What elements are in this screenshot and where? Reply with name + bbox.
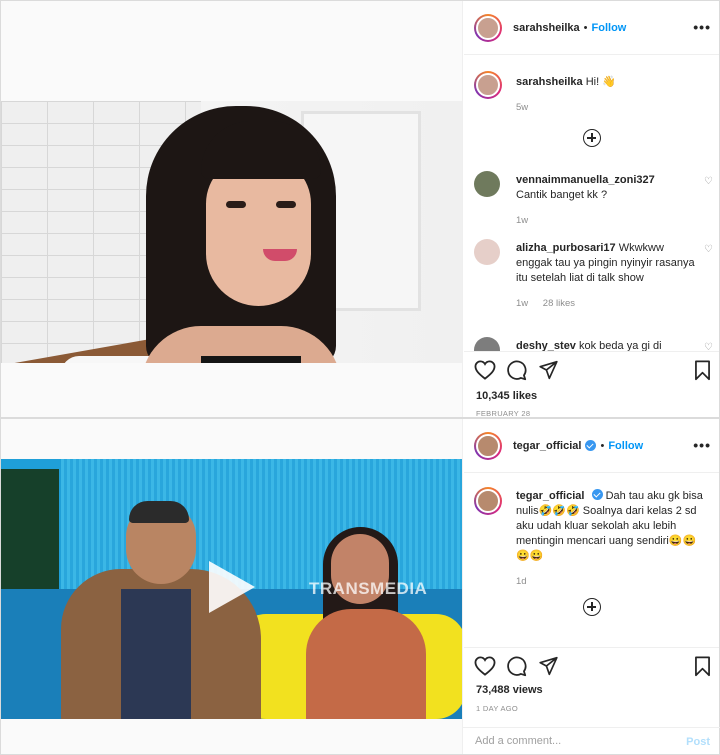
post-comment-button[interactable]: Post bbox=[686, 736, 710, 748]
separator-dot: • bbox=[583, 21, 588, 34]
post-2-actions: 73,488 views 1 DAY AGO bbox=[464, 647, 719, 728]
post-date[interactable]: FEBRUARY 28 bbox=[476, 409, 530, 417]
caption-username[interactable]: sarahsheilka bbox=[516, 76, 583, 88]
caption-time[interactable]: 5w bbox=[516, 102, 528, 113]
comment-username[interactable]: alizha_purbosari17 bbox=[516, 242, 616, 254]
views-count[interactable]: 73,488 views bbox=[476, 684, 543, 696]
author-username[interactable]: tegar_official bbox=[513, 440, 581, 452]
comment-time[interactable]: 1w bbox=[516, 298, 528, 309]
caption-time[interactable]: 1d bbox=[516, 576, 527, 587]
post-2-media[interactable]: TRANSMEDIA bbox=[1, 419, 463, 754]
post-2: TRANSMEDIA tegar_official • Follow ••• t… bbox=[0, 418, 720, 755]
post-2-panel: tegar_official • Follow ••• tegar_offici… bbox=[464, 419, 719, 754]
verified-badge-icon bbox=[591, 489, 603, 500]
bookmark-icon[interactable] bbox=[694, 656, 711, 677]
load-more-comments-icon[interactable] bbox=[583, 598, 601, 616]
comment-like-heart-icon[interactable]: ♡ bbox=[704, 245, 714, 255]
comment-like-heart-icon[interactable]: ♡ bbox=[704, 177, 714, 187]
post-2-video[interactable]: TRANSMEDIA bbox=[1, 459, 462, 719]
share-icon[interactable] bbox=[538, 656, 559, 676]
comment-likes[interactable]: 28 likes bbox=[543, 298, 575, 309]
comment-time[interactable]: 1w bbox=[516, 215, 528, 226]
follow-button[interactable]: Follow bbox=[608, 440, 643, 452]
comment-icon[interactable] bbox=[506, 360, 527, 381]
comment-like-heart-icon[interactable]: ♡ bbox=[704, 343, 714, 352]
post-1: sarahsheilka • Follow ••• sarahsheilka H… bbox=[0, 0, 720, 418]
post-2-header: tegar_official • Follow ••• bbox=[464, 419, 719, 473]
post-1-actions: 10,345 likes FEBRUARY 28 bbox=[464, 351, 719, 417]
play-icon[interactable] bbox=[209, 561, 255, 613]
verified-badge-icon bbox=[585, 440, 597, 451]
post-1-media[interactable] bbox=[1, 1, 463, 417]
caption-username[interactable]: tegar_official bbox=[516, 490, 584, 502]
likes-count[interactable]: 10,345 likes bbox=[476, 390, 537, 402]
post-1-panel: sarahsheilka • Follow ••• sarahsheilka H… bbox=[464, 1, 719, 417]
commenter-avatar[interactable] bbox=[474, 337, 500, 351]
comment-text: kok beda ya gi di bbox=[579, 340, 662, 351]
commenter-avatar[interactable] bbox=[474, 239, 500, 265]
like-heart-icon[interactable] bbox=[474, 360, 496, 380]
follow-button[interactable]: Follow bbox=[592, 22, 627, 34]
comment-icon[interactable] bbox=[506, 656, 527, 677]
separator-dot: • bbox=[600, 439, 605, 452]
post-1-comments[interactable]: sarahsheilka Hi! 👋 5w vennaimmanuella_zo… bbox=[464, 55, 719, 352]
commenter-avatar[interactable] bbox=[474, 171, 500, 197]
post-1-header: sarahsheilka • Follow ••• bbox=[464, 1, 719, 55]
more-options-icon[interactable]: ••• bbox=[693, 20, 711, 34]
load-more-comments-icon[interactable] bbox=[583, 129, 601, 147]
video-watermark: TRANSMEDIA bbox=[309, 579, 428, 598]
caption-avatar[interactable] bbox=[474, 71, 502, 99]
add-comment-bar: Post bbox=[463, 727, 720, 755]
post-date[interactable]: 1 DAY AGO bbox=[476, 704, 518, 713]
author-avatar[interactable] bbox=[474, 431, 502, 460]
add-comment-input[interactable] bbox=[475, 735, 655, 747]
comment-text: Cantik banget kk ? bbox=[516, 189, 608, 201]
caption-avatar[interactable] bbox=[474, 487, 502, 515]
comment-username[interactable]: vennaimmanuella_zoni327 bbox=[516, 174, 655, 186]
comment-username[interactable]: deshy_stev bbox=[516, 340, 576, 351]
like-heart-icon[interactable] bbox=[474, 656, 496, 676]
author-username[interactable]: sarahsheilka bbox=[513, 22, 580, 34]
more-options-icon[interactable]: ••• bbox=[693, 438, 711, 452]
author-avatar[interactable] bbox=[474, 13, 502, 42]
post-1-photo[interactable] bbox=[1, 101, 462, 363]
bookmark-icon[interactable] bbox=[694, 360, 711, 381]
share-icon[interactable] bbox=[538, 360, 559, 380]
caption-text: Hi! 👋 bbox=[585, 76, 616, 88]
